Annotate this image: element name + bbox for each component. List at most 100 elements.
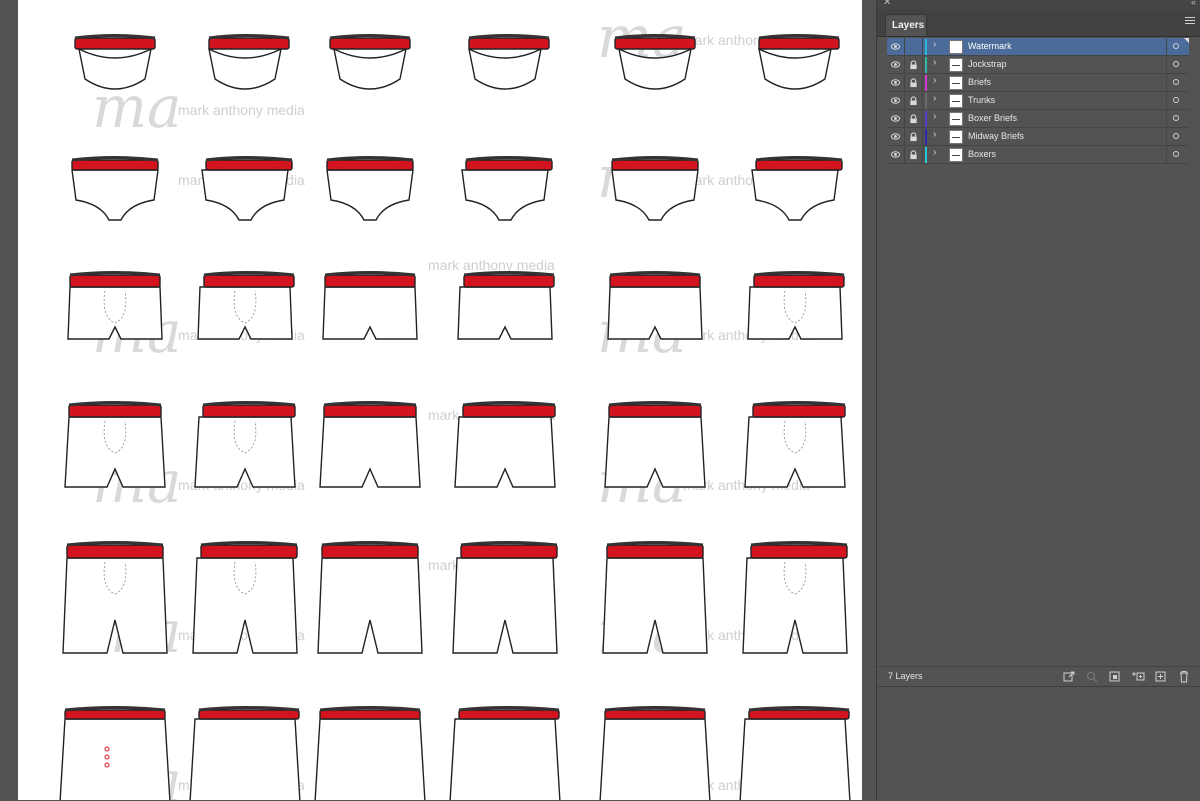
visibility-eye-icon[interactable]: [891, 96, 900, 105]
garment-sketch: [739, 706, 851, 800]
garment-sketch: [454, 401, 556, 488]
layer-name[interactable]: Boxers: [968, 149, 996, 159]
waistband: [462, 404, 556, 418]
panel-top-bar: ✕ «: [877, 0, 1200, 10]
layer-row[interactable]: › Boxers: [887, 146, 1189, 164]
column-divider: [1166, 146, 1167, 164]
layer-name[interactable]: Boxer Briefs: [968, 113, 1017, 123]
chevron-right-icon[interactable]: ›: [933, 129, 936, 140]
chevron-right-icon[interactable]: ›: [933, 147, 936, 158]
column-divider: [904, 56, 905, 74]
target-circle-icon[interactable]: [1173, 151, 1179, 157]
column-divider: [1166, 56, 1167, 74]
layer-color-swatch: [925, 39, 927, 55]
layers-list: › Watermark › Jockstrap › Briefs › Trunks › Boxer…: [887, 38, 1189, 164]
layer-color-swatch: [925, 57, 927, 73]
target-circle-icon[interactable]: [1173, 133, 1179, 139]
waistband: [465, 159, 553, 171]
layer-name[interactable]: Briefs: [968, 77, 991, 87]
canvas-area[interactable]: ma mark anthony media mark anthony media ma…: [0, 0, 876, 800]
lock-icon[interactable]: [909, 132, 918, 142]
target-circle-icon[interactable]: [1173, 43, 1179, 49]
panel-empty-area: [877, 686, 1200, 801]
lock-icon[interactable]: [909, 114, 918, 124]
layer-row[interactable]: › Watermark: [887, 38, 1189, 56]
garment-sketch: [461, 156, 553, 221]
garment-body: [454, 416, 556, 488]
waistband: [755, 159, 843, 171]
target-circle-icon[interactable]: [1173, 97, 1179, 103]
layer-color-swatch: [925, 93, 927, 109]
lock-toggle-empty[interactable]: [909, 42, 918, 52]
garment-sketch-grid: mamark anthony mediamark anthony mediama…: [59, 3, 851, 800]
layer-name[interactable]: Watermark: [968, 41, 1012, 51]
garment-sketch: [468, 34, 550, 90]
layer-thumbnail: [949, 112, 963, 126]
target-circle-icon[interactable]: [1173, 115, 1179, 121]
export-icon[interactable]: [1062, 670, 1076, 683]
waistband: [608, 404, 702, 418]
garment-body: [449, 718, 561, 800]
hamburger-icon[interactable]: [1185, 17, 1195, 26]
waistband: [606, 544, 704, 559]
close-icon[interactable]: ✕: [883, 0, 891, 8]
layer-name[interactable]: Jockstrap: [968, 59, 1007, 69]
chevron-right-icon[interactable]: ›: [933, 39, 936, 50]
layers-panel: ✕ « Layers › Watermark › Jockstrap › Briefs › T…: [876, 0, 1200, 801]
visibility-eye-icon[interactable]: [891, 42, 900, 51]
visibility-eye-icon[interactable]: [891, 132, 900, 141]
trash-icon[interactable]: [1177, 670, 1191, 683]
waistband: [326, 159, 414, 171]
layer-name[interactable]: Trunks: [968, 95, 995, 105]
waistband: [458, 709, 560, 720]
lock-icon[interactable]: [909, 96, 918, 106]
chevron-right-icon[interactable]: ›: [933, 93, 936, 104]
visibility-eye-icon[interactable]: [891, 78, 900, 87]
waistband: [74, 37, 156, 50]
target-circle-icon[interactable]: [1173, 79, 1179, 85]
collapse-panel-icon[interactable]: «: [1191, 0, 1196, 7]
target-circle-icon[interactable]: [1173, 61, 1179, 67]
column-divider: [1166, 110, 1167, 128]
layer-count: 7 Layers: [888, 671, 923, 681]
chevron-right-icon[interactable]: ›: [933, 57, 936, 68]
layer-row[interactable]: › Boxer Briefs: [887, 110, 1189, 128]
layer-name[interactable]: Midway Briefs: [968, 131, 1024, 141]
garment-body: [751, 169, 839, 221]
locate-icon[interactable]: [1085, 670, 1099, 683]
watermark: mark anthony media: [428, 257, 555, 273]
garment-sketch: [758, 34, 840, 90]
visibility-eye-icon[interactable]: [891, 60, 900, 69]
lock-icon[interactable]: [909, 60, 918, 70]
layer-row[interactable]: › Jockstrap: [887, 56, 1189, 74]
waistband: [208, 37, 290, 50]
garment-body: [71, 169, 159, 221]
sublayer-icon[interactable]: [1131, 670, 1145, 683]
visibility-eye-icon[interactable]: [891, 114, 900, 123]
garment-body: [59, 718, 171, 800]
waistband: [321, 544, 419, 559]
chevron-right-icon[interactable]: ›: [933, 111, 936, 122]
column-divider: [1166, 74, 1167, 92]
garment-sketch: [319, 401, 421, 488]
lock-icon[interactable]: [909, 150, 918, 160]
garment-sketch: [317, 541, 423, 654]
layer-row[interactable]: › Briefs: [887, 74, 1189, 92]
visibility-eye-icon[interactable]: [891, 150, 900, 159]
tab-layers[interactable]: Layers: [885, 14, 927, 36]
new-layer-icon[interactable]: [1154, 670, 1168, 683]
chevron-right-icon[interactable]: ›: [933, 75, 936, 86]
artboard[interactable]: ma mark anthony media mark anthony media ma…: [18, 0, 862, 800]
layer-color-swatch: [925, 129, 927, 145]
layer-row[interactable]: › Trunks: [887, 92, 1189, 110]
layer-row[interactable]: › Midway Briefs: [887, 128, 1189, 146]
clipping-mask-icon[interactable]: [1108, 670, 1122, 683]
footer-toolbar: [1062, 670, 1191, 683]
garment-sketch: [449, 706, 561, 800]
lock-icon[interactable]: [909, 78, 918, 88]
waistband: [205, 159, 293, 171]
waistband: [202, 404, 296, 418]
column-divider: [904, 38, 905, 56]
watermark-text: mark anthony media: [178, 102, 305, 118]
column-divider: [922, 38, 923, 56]
